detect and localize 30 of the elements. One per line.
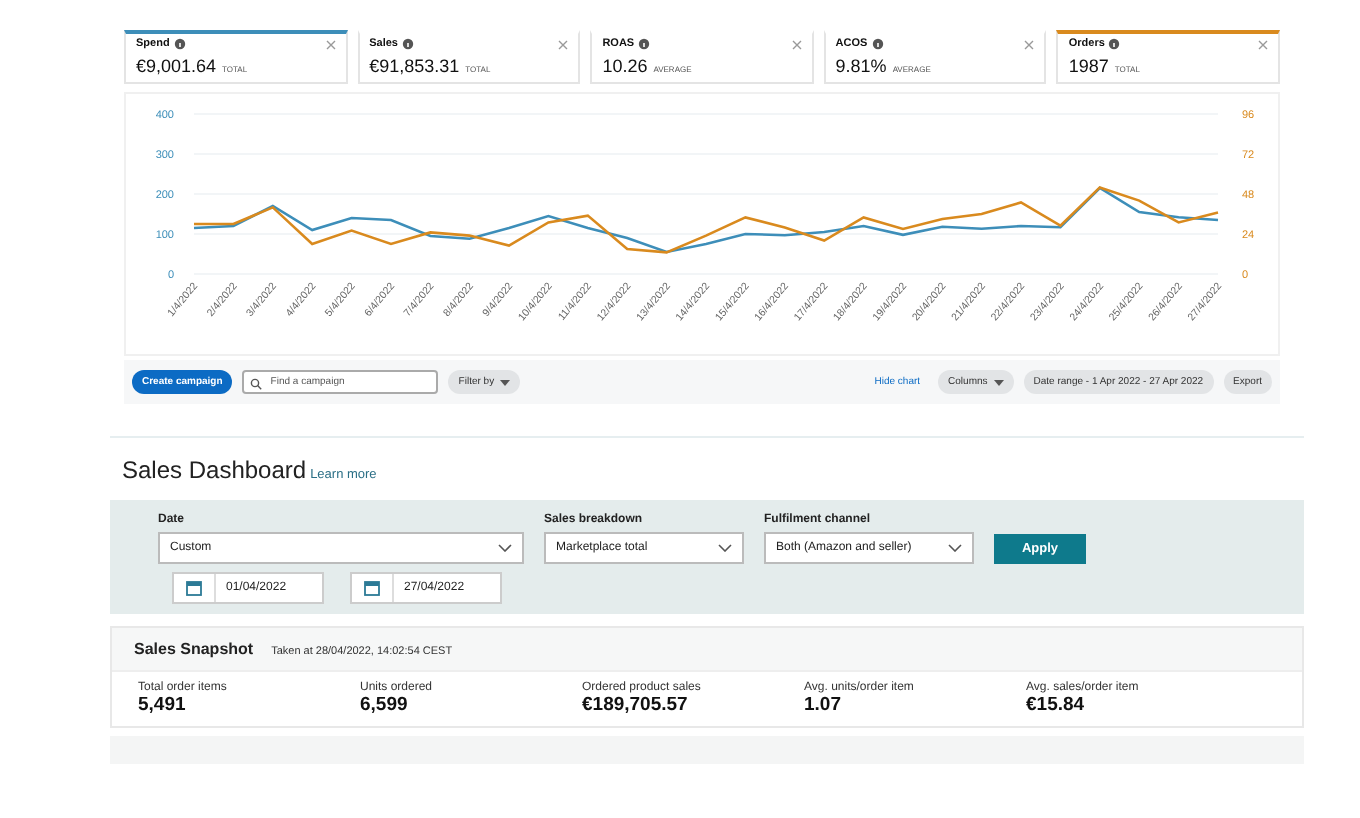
metric-value: €9,001.64 [136,56,217,76]
chevron-icon [498,544,512,552]
dashboard-title: Sales Dashboard [122,456,307,484]
search-icon [250,378,263,390]
caret-icon [500,379,511,385]
stat-value: €15.84 [1026,694,1087,716]
close-icon[interactable] [1024,39,1035,49]
close-icon[interactable] [325,39,336,49]
info-icon [173,38,186,50]
stat-value: 5,491 [138,694,188,716]
stat-value: 1.07 [804,694,843,716]
caret-icon [993,379,1004,385]
stat-value: €189,705.57 [582,694,690,716]
metric-value: 1987 [1068,56,1109,76]
stat-value: 6,599 [360,694,410,716]
metric-value: 9.81% [835,56,887,76]
info-icon [1108,38,1121,50]
close-icon[interactable] [791,39,802,49]
metric-value: €91,853.31 [369,56,460,76]
chevron-icon [718,544,732,552]
info-icon [638,38,651,50]
calendar-icon [364,580,380,596]
info-icon [401,38,414,50]
chevron-icon [948,544,962,552]
info-icon [871,38,884,50]
calendar-icon [186,580,202,596]
metric-value: 10.26 [602,56,648,76]
snapshot-title: Sales Snapshot [134,640,254,658]
close-icon[interactable] [558,39,569,49]
close-icon[interactable] [1257,39,1268,49]
